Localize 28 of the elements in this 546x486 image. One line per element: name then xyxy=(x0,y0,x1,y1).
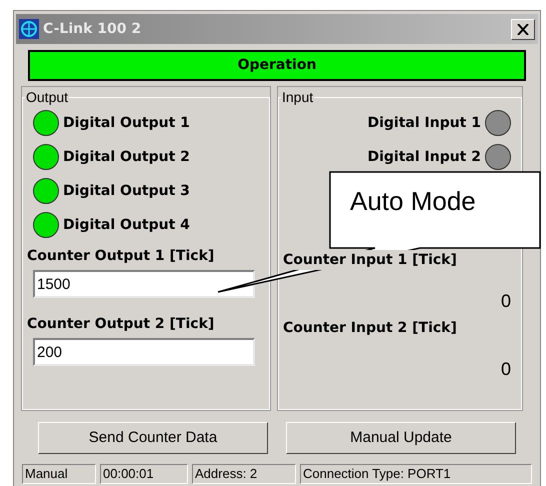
status-pane: Manual xyxy=(22,464,96,484)
status-pane: Address: 2 xyxy=(192,464,296,484)
app-icon xyxy=(19,19,39,39)
group-legend: Input xyxy=(281,87,314,108)
counter-label: Counter Input 2 [Tick] xyxy=(283,318,457,338)
input-label: Digital Input 1 xyxy=(367,114,481,132)
close-icon xyxy=(517,24,529,34)
window-title: C-Link 100 2 xyxy=(43,20,142,38)
action-button[interactable]: Manual Update xyxy=(286,422,516,454)
counter-input[interactable]: 1500 xyxy=(33,270,255,298)
status-pane: Connection Type: PORT1 xyxy=(300,464,532,484)
counter-value: 0 xyxy=(500,290,511,312)
group-legend: Output xyxy=(25,87,70,108)
close-button[interactable] xyxy=(511,18,535,40)
callout-text: Auto Mode xyxy=(350,186,476,216)
counter-label: Counter Output 1 [Tick] xyxy=(27,247,216,266)
counter-value: 0 xyxy=(500,358,511,380)
counter-input[interactable]: 200 xyxy=(33,338,255,366)
output-label: Digital Output 4 xyxy=(63,216,190,234)
action-button[interactable]: Send Counter Data xyxy=(38,422,268,454)
status-pane: 00:00:01 xyxy=(100,464,188,484)
counter-label: Counter Output 2 [Tick] xyxy=(27,315,216,334)
output-label: Digital Output 3 xyxy=(63,182,190,200)
output-label: Digital Output 1 xyxy=(63,114,190,132)
input-label: Digital Input 2 xyxy=(367,148,481,166)
status-banner: Operation xyxy=(28,50,526,81)
counter-label: Counter Input 1 [Tick] xyxy=(283,250,457,270)
output-label: Digital Output 2 xyxy=(63,148,190,166)
